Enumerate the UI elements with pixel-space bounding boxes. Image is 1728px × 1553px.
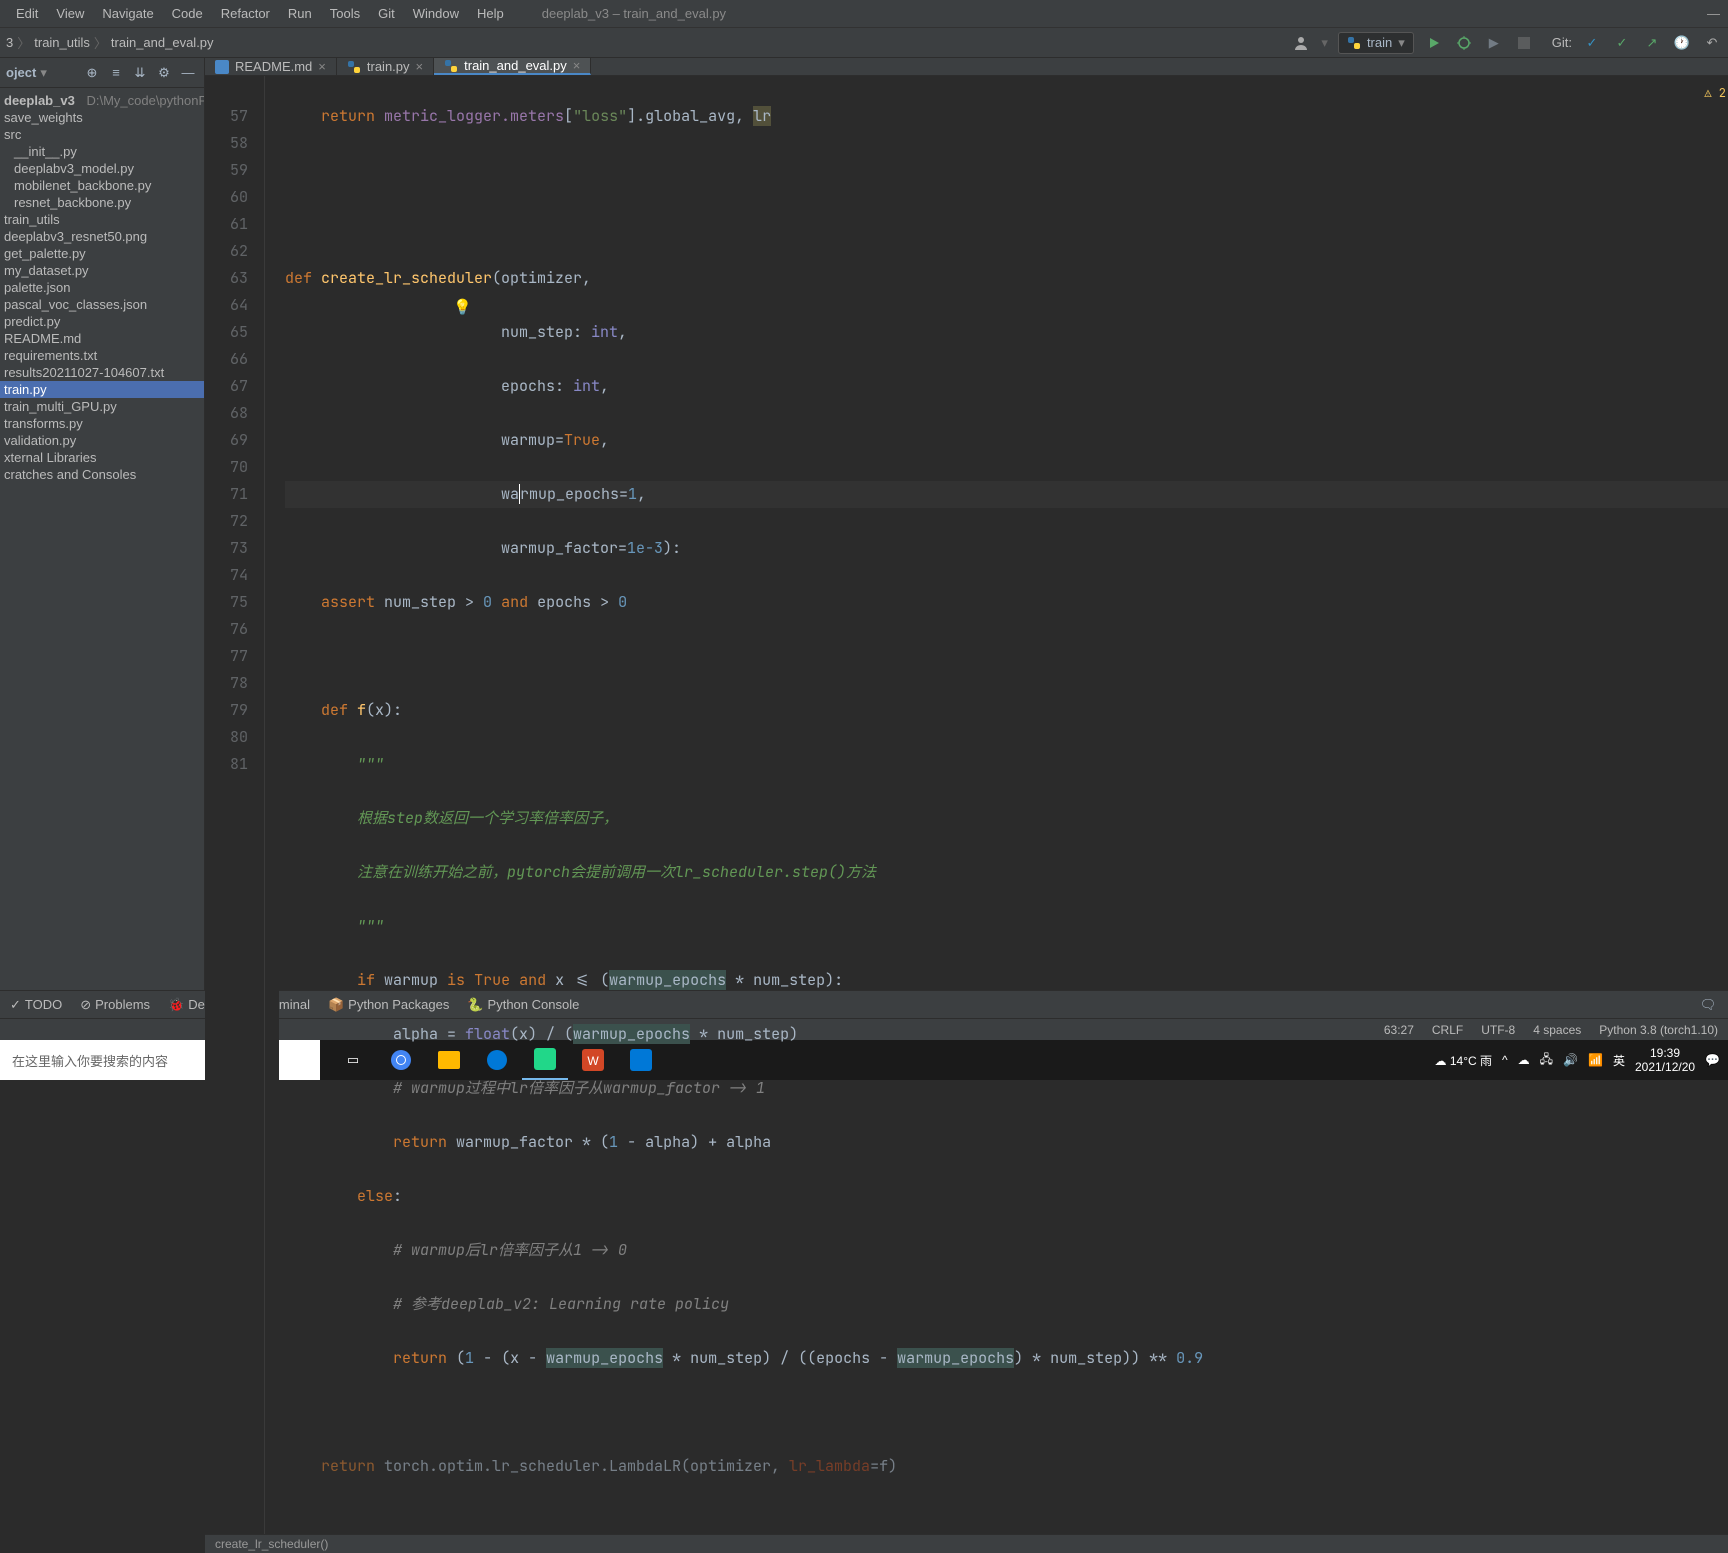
markdown-icon xyxy=(215,60,229,74)
editor-tabs: README.md × train.py × train_and_eval.py… xyxy=(205,58,1728,76)
menu-git[interactable]: Git xyxy=(370,4,403,23)
hide-icon[interactable]: — xyxy=(178,63,198,83)
python-icon xyxy=(444,59,458,73)
project-header: oject ▾ ⊕ ≡ ⇊ ⚙ — xyxy=(0,58,204,88)
git-commit-icon[interactable]: ✓ xyxy=(1612,33,1632,53)
project-tree[interactable]: deeplab_v3 D:\My_code\pythonProje save_w… xyxy=(0,88,204,990)
stop-button[interactable] xyxy=(1514,33,1534,53)
tree-folder[interactable]: src xyxy=(0,126,204,143)
chevron-right-icon: 〉 xyxy=(17,33,30,52)
menu-refactor[interactable]: Refactor xyxy=(213,4,278,23)
navbar: 3 〉 train_utils 〉 train_and_eval.py ▾ tr… xyxy=(0,28,1728,58)
tree-root[interactable]: deeplab_v3 D:\My_code\pythonProje xyxy=(0,92,204,109)
project-title: oject xyxy=(6,65,36,80)
tab-train-and-eval[interactable]: train_and_eval.py × xyxy=(434,58,591,75)
bug-icon: 🐞 xyxy=(168,997,184,1013)
tree-folder[interactable]: train_utils xyxy=(0,211,204,228)
tree-file-selected[interactable]: train.py xyxy=(0,381,204,398)
tab-train[interactable]: train.py × xyxy=(337,58,434,75)
python-icon xyxy=(1347,36,1361,50)
git-label: Git: xyxy=(1552,35,1572,50)
menu-view[interactable]: View xyxy=(48,4,92,23)
tree-file[interactable]: train_multi_GPU.py xyxy=(0,398,204,415)
user-icon[interactable] xyxy=(1291,33,1311,53)
tree-scratches[interactable]: cratches and Consoles xyxy=(0,466,204,483)
tree-folder[interactable]: save_weights xyxy=(0,109,204,126)
editor-breadcrumb[interactable]: create_lr_scheduler() xyxy=(205,1534,1728,1553)
tree-file[interactable]: my_dataset.py xyxy=(0,262,204,279)
chevron-right-icon: 〉 xyxy=(94,33,107,52)
tree-file[interactable]: requirements.txt xyxy=(0,347,204,364)
settings-icon[interactable]: ⚙ xyxy=(154,63,174,83)
window-title: deeplab_v3 – train_and_eval.py xyxy=(542,6,726,21)
tree-file[interactable]: README.md xyxy=(0,330,204,347)
tree-file[interactable]: deeplabv3_resnet50.png xyxy=(0,228,204,245)
breadcrumb-item[interactable]: train_and_eval.py xyxy=(111,35,214,50)
menu-tools[interactable]: Tools xyxy=(322,4,368,23)
expand-all-icon[interactable]: ≡ xyxy=(106,63,126,83)
lightbulb-icon[interactable]: 💡 xyxy=(453,294,472,321)
tab-readme[interactable]: README.md × xyxy=(205,58,337,75)
tree-file[interactable]: palette.json xyxy=(0,279,204,296)
run-configuration[interactable]: train ▾ xyxy=(1338,32,1414,54)
editor-area: README.md × train.py × train_and_eval.py… xyxy=(205,58,1728,990)
tree-file[interactable]: deeplabv3_model.py xyxy=(0,160,204,177)
chevron-down-icon[interactable]: ▾ xyxy=(40,65,47,81)
tree-file[interactable]: validation.py xyxy=(0,432,204,449)
menu-help[interactable]: Help xyxy=(469,4,512,23)
tw-todo[interactable]: ✓TODO xyxy=(10,997,62,1013)
breadcrumb-item[interactable]: train_utils xyxy=(34,35,90,50)
menu-edit[interactable]: Edit xyxy=(8,4,46,23)
check-icon: ✓ xyxy=(10,997,21,1013)
tree-file[interactable]: mobilenet_backbone.py xyxy=(0,177,204,194)
titlebar: Edit View Navigate Code Refactor Run Too… xyxy=(0,0,1728,28)
tree-ext-libraries[interactable]: xternal Libraries xyxy=(0,449,204,466)
project-panel: oject ▾ ⊕ ≡ ⇊ ⚙ — deeplab_v3 D:\My_code\… xyxy=(0,58,205,990)
warning-icon: ⊘ xyxy=(80,997,91,1013)
menu-navigate[interactable]: Navigate xyxy=(94,4,161,23)
breadcrumb-item[interactable]: 3 xyxy=(6,35,13,50)
git-history-icon[interactable]: 🕐 xyxy=(1672,33,1692,53)
menubar: Edit View Navigate Code Refactor Run Too… xyxy=(8,4,512,23)
window-controls: — xyxy=(1707,6,1720,21)
close-icon[interactable]: × xyxy=(416,59,424,74)
chevron-down-icon: ▾ xyxy=(1398,35,1405,51)
collapse-all-icon[interactable]: ⇊ xyxy=(130,63,150,83)
run-with-coverage-button[interactable]: ▶ xyxy=(1484,33,1504,53)
tree-file[interactable]: transforms.py xyxy=(0,415,204,432)
tab-label: train.py xyxy=(367,59,410,74)
tree-file[interactable]: predict.py xyxy=(0,313,204,330)
close-icon[interactable]: × xyxy=(318,59,326,74)
select-opened-file-icon[interactable]: ⊕ xyxy=(82,63,102,83)
breadcrumb: 3 〉 train_utils 〉 train_and_eval.py xyxy=(6,33,214,52)
fold-column[interactable] xyxy=(265,76,279,1534)
debug-button[interactable] xyxy=(1454,33,1474,53)
tw-problems[interactable]: ⊘Problems xyxy=(80,997,150,1013)
run-config-label: train xyxy=(1367,35,1392,50)
git-push-icon[interactable]: ↗ xyxy=(1642,33,1662,53)
tree-file[interactable]: results20211027-104607.txt xyxy=(0,364,204,381)
code-editor[interactable]: ⚠ 2 57 58 59 60 61 62 63 64 65 66 67 68 … xyxy=(205,76,1728,1534)
tree-file[interactable]: __init__.py xyxy=(0,143,204,160)
gutter[interactable]: 57 58 59 60 61 62 63 64 65 66 67 68 69 7… xyxy=(205,76,265,1534)
close-icon[interactable]: × xyxy=(573,58,581,73)
code-content[interactable]: return metric_logger.meters["loss"].glob… xyxy=(279,76,1728,1534)
menu-window[interactable]: Window xyxy=(405,4,467,23)
tab-label: README.md xyxy=(235,59,312,74)
git-rollback-icon[interactable]: ↶ xyxy=(1702,33,1722,53)
menu-code[interactable]: Code xyxy=(164,4,211,23)
tree-file[interactable]: resnet_backbone.py xyxy=(0,194,204,211)
tab-label: train_and_eval.py xyxy=(464,58,567,73)
tree-file[interactable]: pascal_voc_classes.json xyxy=(0,296,204,313)
run-button[interactable] xyxy=(1424,33,1444,53)
minimize-icon[interactable]: — xyxy=(1707,6,1720,21)
git-update-icon[interactable]: ✓ xyxy=(1582,33,1602,53)
menu-run[interactable]: Run xyxy=(280,4,320,23)
python-icon xyxy=(347,60,361,74)
tree-file[interactable]: get_palette.py xyxy=(0,245,204,262)
